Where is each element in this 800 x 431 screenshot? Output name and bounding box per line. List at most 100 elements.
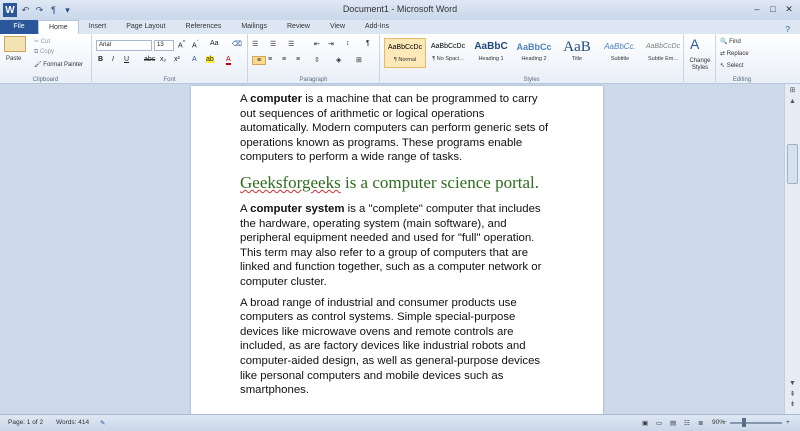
replace-button[interactable]: ⇄ Replace: [720, 50, 749, 57]
style-no-spacing-label: ¶ No Spaci...: [432, 56, 464, 62]
paste-icon[interactable]: [4, 36, 26, 52]
vertical-scrollbar[interactable]: ⊞ ▲ ▼ ⇞ ⇟: [784, 84, 800, 414]
tab-review[interactable]: Review: [277, 20, 320, 34]
outline-icon[interactable]: ☷: [684, 419, 690, 427]
style-heading-1-preview: AaBbC: [474, 41, 508, 52]
borders-icon[interactable]: ⊞: [356, 56, 362, 64]
bullets-icon[interactable]: ☰: [252, 40, 258, 48]
document-page[interactable]: A computer is a machine that can be prog…: [191, 86, 603, 414]
full-screen-icon[interactable]: ▭: [656, 419, 662, 427]
style-subtitle-label: Subtitle: [610, 56, 630, 62]
tab-references[interactable]: References: [176, 20, 232, 34]
find-label: Find: [729, 39, 741, 45]
paste-button[interactable]: Paste: [6, 56, 21, 62]
increase-indent-icon[interactable]: ⇥: [328, 40, 334, 48]
clear-formatting-icon[interactable]: ⌫: [232, 40, 242, 48]
clipboard-group: Paste ✂ Cut ⧉ Copy 🖌 Format Painter Clip…: [0, 34, 92, 84]
superscript-icon[interactable]: x²: [174, 56, 180, 63]
zoom-slider[interactable]: [730, 422, 782, 424]
style-no-spacing[interactable]: AaBbCcDc ¶ No Spaci...: [427, 38, 469, 68]
para1-text-start: A: [240, 93, 251, 105]
text-effects-icon[interactable]: A: [192, 56, 197, 63]
select-button[interactable]: ↖ Select: [720, 62, 743, 69]
window-title: Document1 - Microsoft Word: [342, 4, 458, 14]
style-normal-label: ¶ Normal: [393, 57, 417, 63]
align-center-icon[interactable]: ≡: [268, 56, 272, 63]
strikethrough-icon[interactable]: abc: [144, 56, 155, 63]
style-subtle-emphasis[interactable]: AaBbCcDc Subtle Em...: [642, 38, 684, 68]
tab-mailings[interactable]: Mailings: [231, 20, 277, 34]
style-title-preview: AaB: [563, 39, 591, 55]
tab-insert[interactable]: Insert: [79, 20, 117, 34]
editing-group-label: Editing: [732, 77, 752, 83]
font-group-label: Font: [163, 77, 176, 83]
print-layout-icon[interactable]: ▣: [642, 419, 648, 427]
close-icon[interactable]: ✕: [782, 3, 796, 15]
font-size-select[interactable]: 13: [154, 40, 174, 51]
copy-button[interactable]: ⧉ Copy: [34, 49, 54, 56]
word-count[interactable]: Words: 414: [56, 419, 89, 426]
numbering-icon[interactable]: ☰: [270, 40, 276, 48]
zoom-out-icon[interactable]: −: [723, 419, 727, 426]
page-count[interactable]: Page: 1 of 2: [8, 419, 43, 426]
font-color-icon[interactable]: A: [226, 56, 231, 65]
change-case-icon[interactable]: Aa: [210, 40, 219, 47]
ribbon-tabs: File Home Insert Page Layout References …: [0, 20, 800, 34]
bold-icon[interactable]: B: [98, 56, 103, 63]
ruler-toggle-icon[interactable]: ⊞: [787, 86, 798, 96]
style-title[interactable]: AaB Title: [556, 38, 598, 68]
maximize-icon[interactable]: □: [766, 3, 780, 15]
change-styles-button[interactable]: Change Styles: [686, 58, 714, 72]
format-painter-button[interactable]: 🖌 Format Painter: [34, 61, 83, 68]
italic-icon[interactable]: I: [112, 56, 114, 63]
shrink-font-icon[interactable]: Aˇ: [192, 40, 199, 49]
next-page-icon[interactable]: ⇟: [787, 400, 798, 410]
zoom-in-icon[interactable]: +: [786, 419, 790, 426]
draft-icon[interactable]: ≣: [698, 419, 703, 427]
cut-button[interactable]: ✂ Cut: [34, 38, 50, 45]
tab-file[interactable]: File: [0, 20, 38, 34]
justify-icon[interactable]: ≡: [296, 56, 300, 63]
change-styles-icon[interactable]: A: [690, 36, 699, 52]
help-icon[interactable]: ?: [786, 25, 800, 34]
style-heading-2[interactable]: AaBbCc Heading 2: [513, 38, 555, 68]
decrease-indent-icon[interactable]: ⇤: [314, 40, 320, 48]
line-spacing-icon[interactable]: ⇳: [314, 56, 320, 64]
title-bar: W ↶ ↷ ¶ ▾ Document1 - Microsoft Word – □…: [0, 0, 800, 20]
highlight-icon[interactable]: ab: [206, 56, 214, 63]
zoom-slider-thumb[interactable]: [742, 418, 746, 427]
ribbon: Paste ✂ Cut ⧉ Copy 🖌 Format Painter Clip…: [0, 34, 800, 84]
document-content[interactable]: A computer is a machine that can be prog…: [240, 92, 556, 404]
shading-icon[interactable]: ◈: [336, 56, 341, 64]
paragraph-2: A computer system is a "complete" comput…: [240, 202, 556, 290]
align-left-icon[interactable]: ≡: [252, 56, 266, 65]
scroll-thumb[interactable]: [787, 144, 798, 184]
style-heading-1-label: Heading 1: [478, 56, 504, 62]
styles-group: AaBbCcDc ¶ Normal AaBbCcDc ¶ No Spaci...…: [380, 34, 684, 84]
style-subtle-emphasis-preview: AaBbCcDc: [645, 43, 681, 50]
previous-page-icon[interactable]: ⇞: [787, 390, 798, 400]
style-subtitle[interactable]: AaBbCc. Subtitle: [599, 38, 641, 68]
multilevel-list-icon[interactable]: ☰: [288, 40, 294, 48]
minimize-icon[interactable]: –: [750, 3, 764, 15]
font-family-select[interactable]: Arial: [96, 40, 152, 51]
tab-page-layout[interactable]: Page Layout: [116, 20, 175, 34]
style-no-spacing-preview: AaBbCcDc: [430, 43, 466, 50]
tab-view[interactable]: View: [320, 20, 355, 34]
tab-add-ins[interactable]: Add-Ins: [355, 20, 399, 34]
style-normal[interactable]: AaBbCcDc ¶ Normal: [384, 38, 426, 68]
proofing-icon[interactable]: ✎: [100, 419, 105, 427]
web-layout-icon[interactable]: ▤: [670, 419, 676, 427]
style-heading-1[interactable]: AaBbC Heading 1: [470, 38, 512, 68]
misspelled-word[interactable]: Geeksforgeeks: [240, 173, 341, 192]
tab-home[interactable]: Home: [38, 20, 79, 34]
scroll-down-icon[interactable]: ▼: [787, 380, 798, 390]
scroll-up-icon[interactable]: ▲: [787, 98, 798, 108]
align-right-icon[interactable]: ≡: [282, 56, 286, 63]
show-hide-icon[interactable]: ¶: [366, 40, 370, 47]
find-button[interactable]: 🔍 Find: [720, 38, 741, 45]
subscript-icon[interactable]: x₂: [160, 56, 166, 63]
grow-font-icon[interactable]: A^: [178, 40, 185, 49]
sort-icon[interactable]: ↕: [346, 40, 350, 47]
underline-icon[interactable]: U: [124, 56, 129, 63]
